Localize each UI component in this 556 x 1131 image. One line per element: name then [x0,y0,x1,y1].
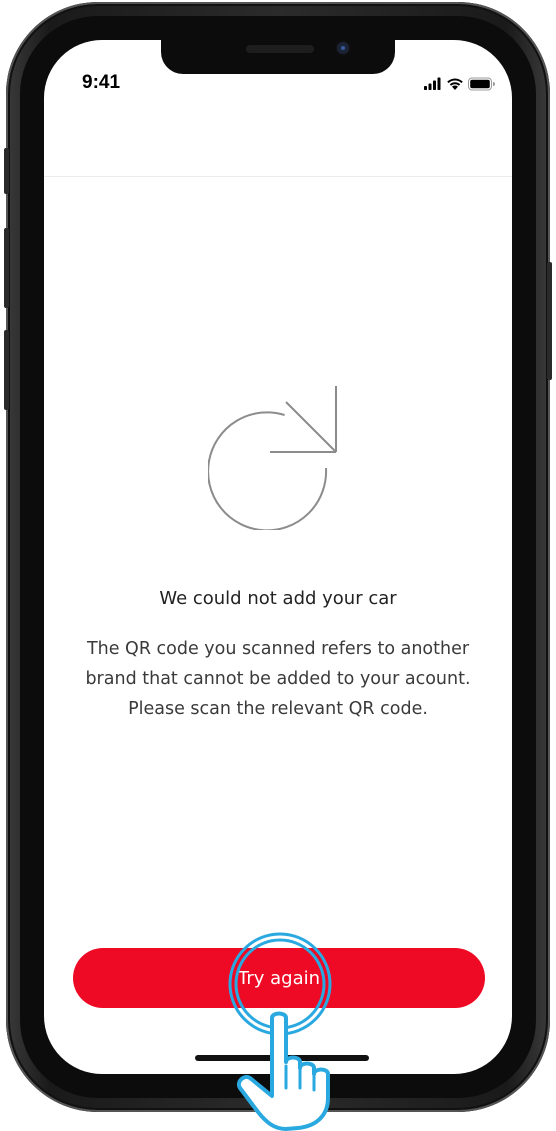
volume-up-button [4,228,9,308]
home-indicator[interactable] [195,1055,369,1061]
camera-lens [341,46,345,50]
cellular-signal-icon [424,77,441,90]
battery-icon [468,77,495,91]
try-again-button[interactable]: Try again [73,948,485,1008]
speaker-grille [246,45,314,53]
phone-frame: 9:41 We could not add your car The QR co… [0,0,556,1131]
mute-switch [4,148,9,194]
status-icons [424,76,496,91]
refresh-icon [207,384,344,532]
header-divider [44,176,512,177]
wifi-icon [447,78,463,90]
status-time: 9:41 [82,72,121,93]
volume-down-button [4,330,9,410]
power-button [547,262,552,380]
screen [44,40,512,1074]
error-message: The QR code you scanned refers to anothe… [85,639,471,719]
try-again-label: Try again [237,967,321,989]
error-title: We could not add your car [159,588,397,609]
